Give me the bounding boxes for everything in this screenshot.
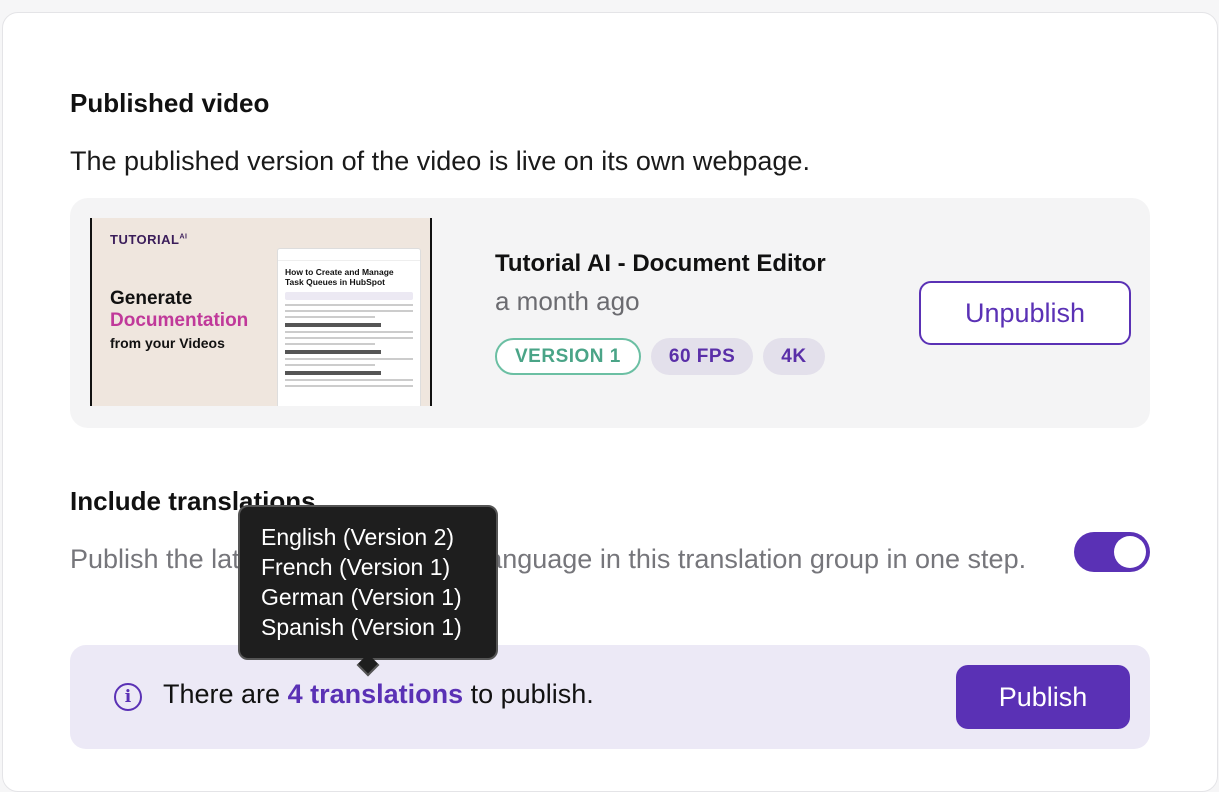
tooltip-item: German (Version 1) [261, 584, 462, 610]
translations-count-link[interactable]: 4 translations [288, 679, 464, 709]
toggle-knob [1114, 536, 1146, 568]
info-icon: i [114, 683, 142, 711]
video-badges: VERSION 1 60 FPS 4K [495, 338, 825, 375]
translations-info-text: There are 4 translations to publish. [163, 679, 594, 709]
thumbnail-doc-heading: How to Create and Manage Task Queues in … [285, 267, 394, 287]
version-badge: VERSION 1 [495, 338, 641, 375]
thumbnail-hero-text: Generate Documentation from your Videos [110, 288, 249, 351]
video-panel: TUTORIALAI Generate Documentation from y… [70, 198, 1150, 428]
thumbnail-document-preview: How to Create and Manage Task Queues in … [277, 248, 421, 406]
video-thumbnail[interactable]: TUTORIALAI Generate Documentation from y… [90, 218, 432, 406]
publish-button[interactable]: Publish [956, 665, 1130, 729]
tooltip-item: English (Version 2) [261, 524, 455, 550]
video-age: a month ago [495, 286, 640, 316]
video-title: Tutorial AI - Document Editor [495, 250, 826, 277]
resolution-badge: 4K [763, 338, 825, 375]
unpublish-button[interactable]: Unpublish [919, 281, 1131, 345]
tooltip-item: Spanish (Version 1) [261, 614, 462, 640]
include-translations-toggle[interactable] [1074, 532, 1150, 572]
published-video-heading: Published video [70, 88, 270, 118]
translations-info-bar: i There are 4 translations to publish. P… [70, 645, 1150, 749]
thumbnail-brand: TUTORIALAI [110, 232, 188, 247]
include-translations-description: Publish the latest version of every lang… [70, 544, 1027, 574]
published-video-description: The published version of the video is li… [70, 146, 810, 176]
tooltip-item: French (Version 1) [261, 554, 451, 580]
translations-tooltip: English (Version 2) French (Version 1) G… [238, 505, 498, 677]
fps-badge: 60 FPS [650, 338, 754, 375]
